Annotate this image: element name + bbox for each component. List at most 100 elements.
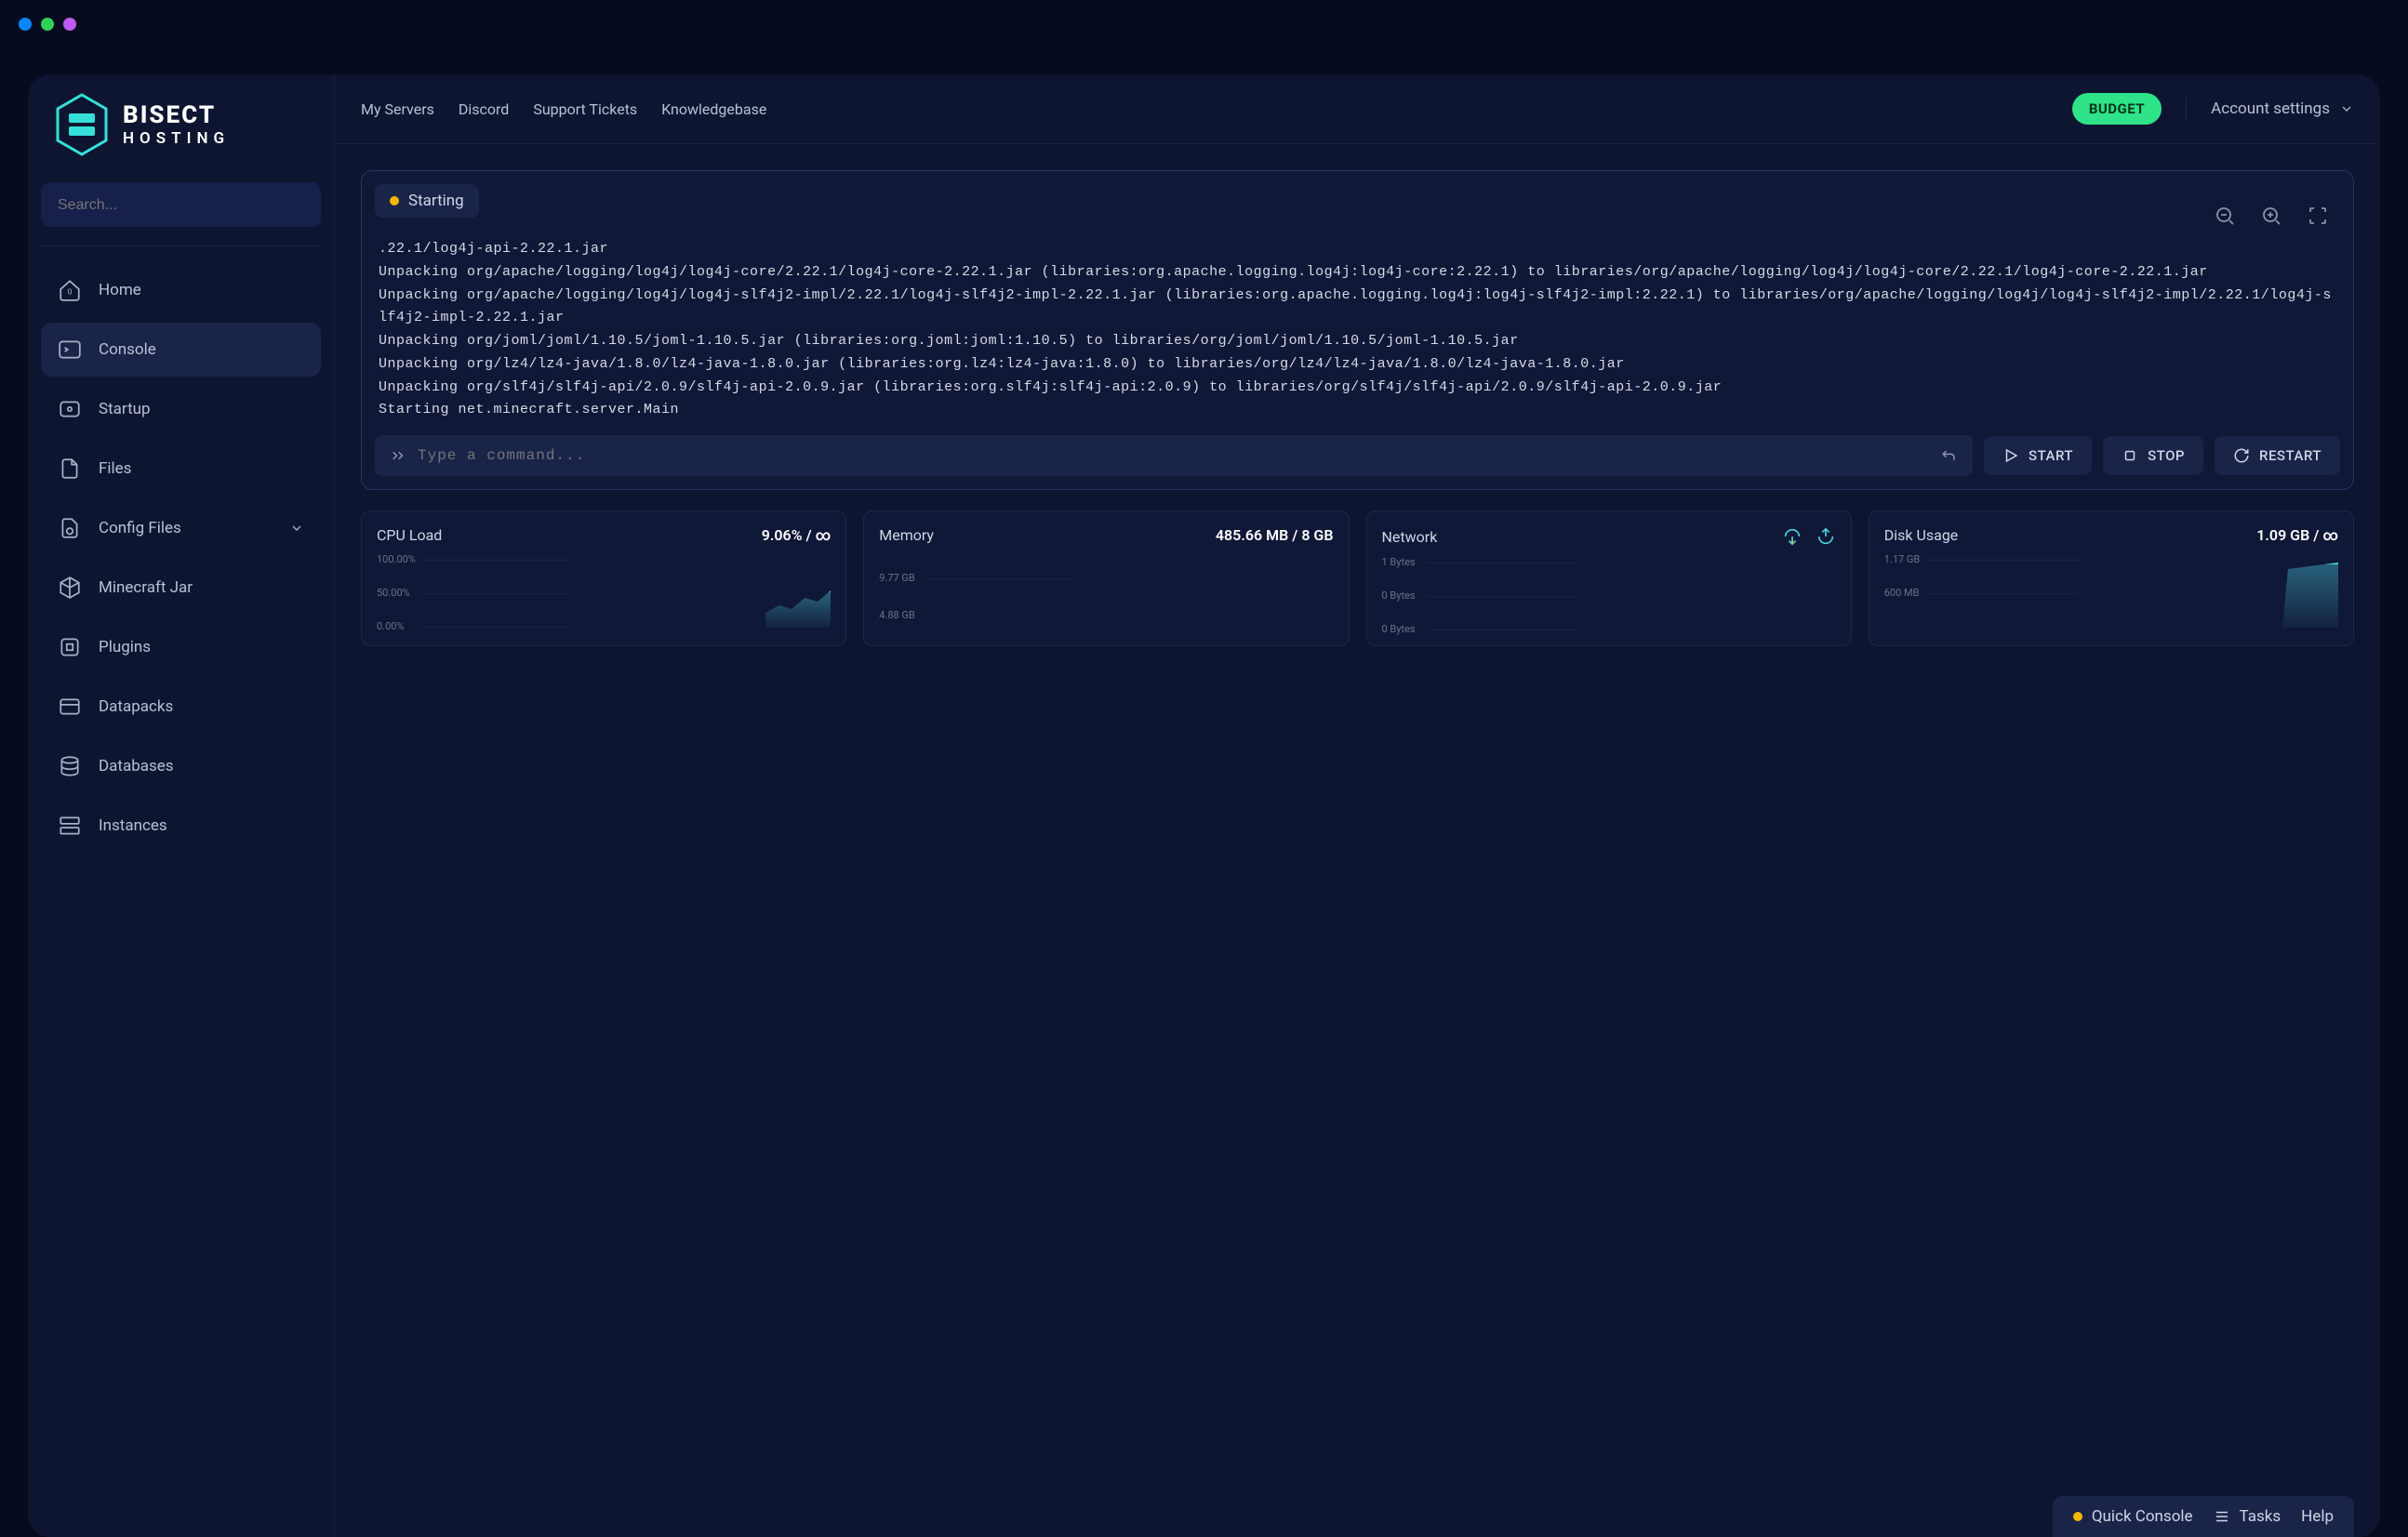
stop-button[interactable]: STOP [2103,436,2203,475]
logo: BISECT HOSTING [41,93,321,171]
content-area: My Servers Discord Support Tickets Knowl… [335,74,2380,1537]
y-tick: 1 Bytes [1382,556,1416,568]
disk-chart: 1.17 GB 600 MB [1884,553,2338,628]
datapack-icon [58,695,82,719]
stop-label: STOP [2148,447,2185,464]
download-icon [1782,526,1803,547]
sidebar-item-home[interactable]: 0 Home [41,263,321,317]
tasks-label: Tasks [2240,1507,2282,1526]
titlebar [0,0,2408,48]
help-label: Help [2301,1507,2334,1526]
nav-label: Files [99,459,131,478]
stat-label: Network [1382,528,1438,546]
nav-label: Home [99,281,141,299]
stat-value: 9.06% / ∞ [762,526,831,544]
sidebar-item-console[interactable]: Console [41,323,321,377]
startup-icon [58,397,82,421]
sidebar-item-startup[interactable]: Startup [41,382,321,436]
start-button[interactable]: START [1984,436,2092,475]
help-button[interactable]: Help [2301,1507,2334,1526]
divider [41,245,321,246]
y-tick: 0 Bytes [1382,590,1416,602]
zoom-in-icon[interactable] [2260,205,2282,227]
status-chip: Starting [375,184,479,218]
nav-label: Config Files [99,519,181,537]
plugin-icon [58,635,82,659]
stat-label: Memory [879,526,934,544]
topbar: My Servers Discord Support Tickets Knowl… [335,74,2380,144]
bottom-bar: Quick Console Tasks Help [2053,1496,2354,1537]
console-log[interactable]: .22.1/log4j-api-2.22.1.jar Unpacking org… [375,231,2340,422]
nav-label: Datapacks [99,697,173,716]
y-tick: 600 MB [1884,587,1920,599]
prompt-icon [390,447,406,464]
account-settings[interactable]: Account settings [2211,99,2354,118]
restart-label: RESTART [2259,447,2322,464]
window-close-dot[interactable] [19,18,32,31]
memory-chart: 9.77 GB 4.88 GB [879,553,1333,628]
quick-console-button[interactable]: Quick Console [2073,1507,2193,1526]
start-label: START [2029,447,2073,464]
topbar-link-discord[interactable]: Discord [459,100,509,118]
fullscreen-icon[interactable] [2307,205,2329,227]
chevron-down-icon [2339,101,2354,116]
account-label: Account settings [2211,99,2330,118]
files-icon [58,457,82,481]
stat-network: Network 1 Bytes 0 Bytes 0 Bytes [1366,510,1852,646]
nav-label: Console [99,340,156,359]
sidebar-item-datapacks[interactable]: Datapacks [41,680,321,734]
stat-disk: Disk Usage 1.09 GB / ∞ 1.17 GB 600 MB [1869,510,2354,646]
command-input[interactable] [418,447,1928,464]
budget-badge[interactable]: BUDGET [2072,93,2162,125]
command-input-wrap[interactable] [375,435,1973,476]
nav-label: Databases [99,757,174,775]
sidebar-item-minecraft-jar[interactable]: Minecraft Jar [41,561,321,615]
sidebar-item-plugins[interactable]: Plugins [41,620,321,674]
y-tick: 50.00% [377,587,410,599]
chevron-down-icon [289,521,304,536]
network-chart: 1 Bytes 0 Bytes 0 Bytes [1382,556,1836,630]
topbar-link-servers[interactable]: My Servers [361,100,434,118]
topbar-link-kb[interactable]: Knowledgebase [661,100,766,118]
nav-label: Minecraft Jar [99,578,193,597]
restart-icon [2233,447,2250,464]
console-panel: Starting .22.1/log4j-api-2.22.1.jar Unpa… [361,170,2354,490]
status-dot-icon [390,196,399,205]
stat-cpu: CPU Load 9.06% / ∞ 100.00% 50.00% 0.00% [361,510,846,646]
quick-console-label: Quick Console [2092,1507,2193,1526]
window-min-dot[interactable] [41,18,54,31]
stat-label: Disk Usage [1884,526,1959,544]
stats-row: CPU Load 9.06% / ∞ 100.00% 50.00% 0.00% … [361,510,2354,646]
logo-icon [54,93,110,156]
database-icon [58,754,82,778]
config-icon [58,516,82,540]
upload-icon [1816,526,1836,547]
y-tick: 0.00% [377,620,405,632]
sidebar-item-instances[interactable]: Instances [41,799,321,853]
stat-memory: Memory 485.66 MB / 8 GB 9.77 GB 4.88 GB [863,510,1349,646]
sidebar-item-files[interactable]: Files [41,442,321,496]
sidebar-item-config[interactable]: Config Files [41,501,321,555]
enter-icon[interactable] [1939,446,1958,465]
cpu-chart: 100.00% 50.00% 0.00% [377,553,831,628]
restart-button[interactable]: RESTART [2215,436,2340,475]
tasks-button[interactable]: Tasks [2214,1507,2282,1526]
search-input[interactable] [58,197,304,214]
y-tick: 100.00% [377,553,416,565]
topbar-link-tickets[interactable]: Support Tickets [533,100,637,118]
status-dot-icon [2073,1512,2082,1521]
window-max-dot[interactable] [63,18,76,31]
nav-label: Plugins [99,638,151,656]
y-tick: 0 Bytes [1382,623,1416,635]
zoom-out-icon[interactable] [2214,205,2236,227]
play-icon [2002,447,2019,464]
stat-label: CPU Load [377,526,442,544]
sidebar-item-databases[interactable]: Databases [41,739,321,793]
stop-icon [2122,447,2138,464]
nav-label: Instances [99,816,167,835]
instances-icon [58,814,82,838]
sidebar: BISECT HOSTING 0 Home Console Startup [28,74,335,1537]
stat-value: 485.66 MB / 8 GB [1216,526,1334,544]
search-box[interactable] [41,182,321,227]
y-tick: 4.88 GB [879,609,915,621]
